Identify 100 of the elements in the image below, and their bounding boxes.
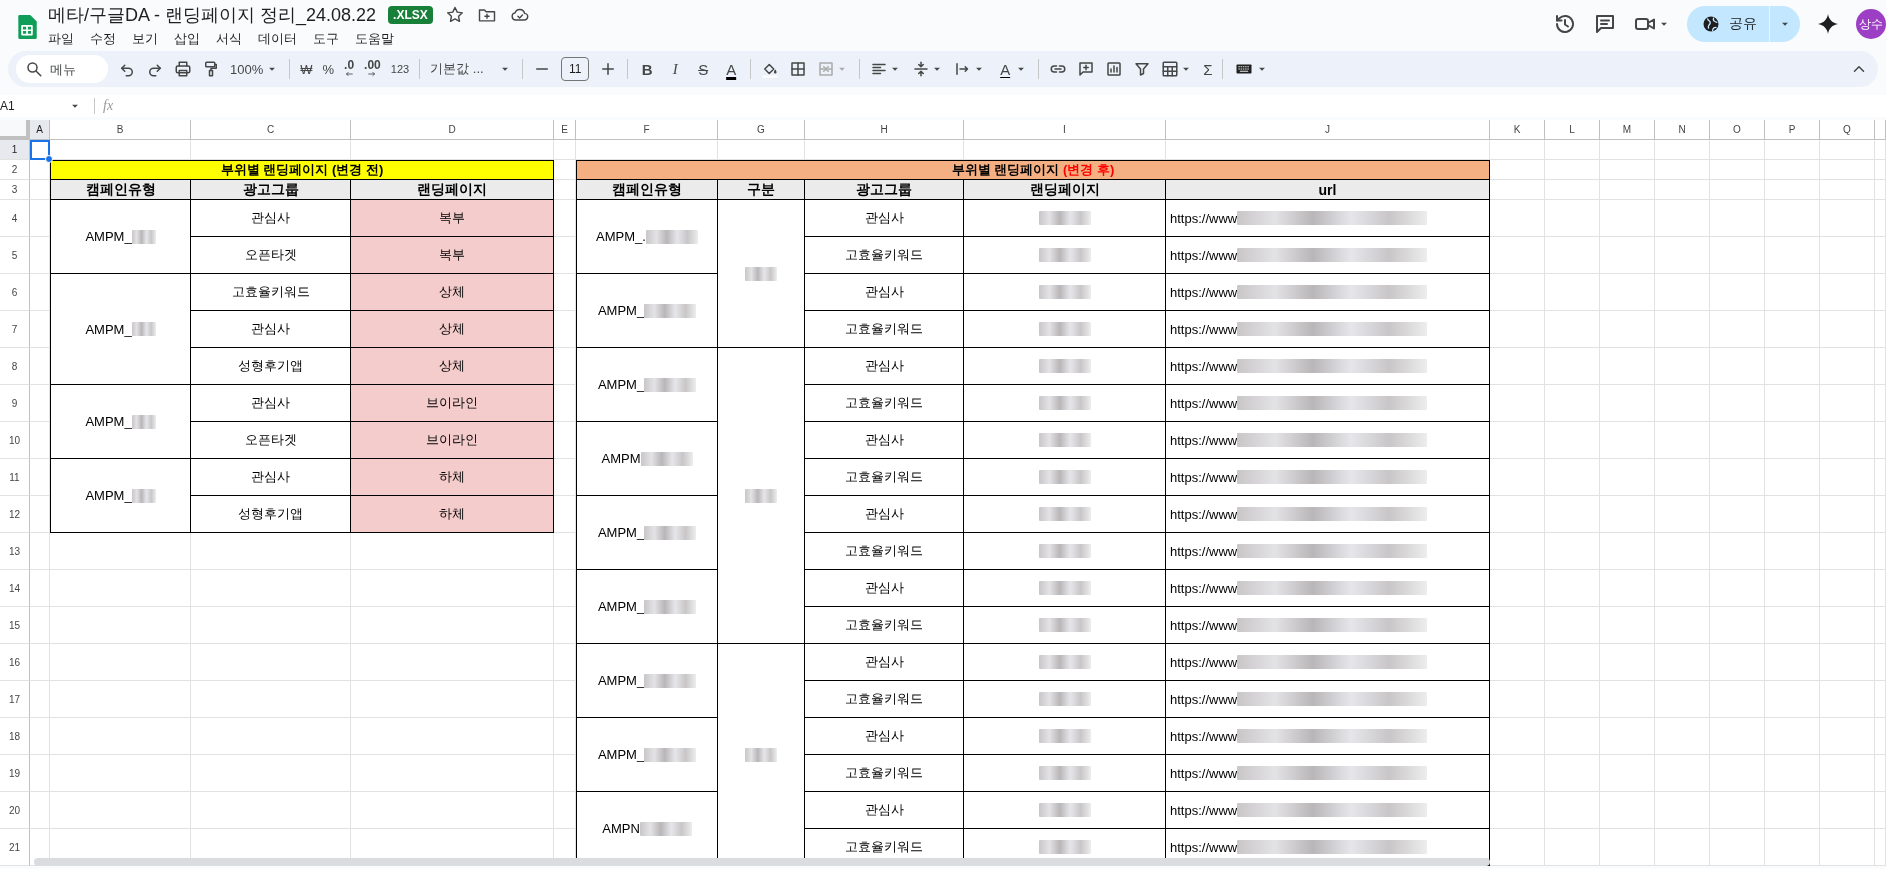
column-header[interactable]: A xyxy=(30,120,50,140)
table-cell: 고효율키워드 xyxy=(805,607,964,644)
row-header[interactable]: 11 xyxy=(0,459,30,496)
column-header[interactable]: I xyxy=(964,120,1166,140)
chart-icon[interactable] xyxy=(1105,60,1124,78)
menu-item[interactable]: 도움말 xyxy=(347,28,402,50)
account-avatar[interactable]: 상수 xyxy=(1856,9,1886,39)
text-color-button[interactable]: A xyxy=(722,60,741,78)
cell-text: AMPM_ xyxy=(85,321,132,337)
cell-text: https://www xyxy=(1170,691,1238,707)
column-header[interactable]: G xyxy=(718,120,805,140)
row-header[interactable]: 15 xyxy=(0,607,30,644)
column-header[interactable]: K xyxy=(1490,120,1545,140)
row-header[interactable]: 13 xyxy=(0,533,30,570)
filter-icon[interactable] xyxy=(1133,60,1152,78)
row-header[interactable]: 5 xyxy=(0,237,30,274)
row-header[interactable]: 12 xyxy=(0,496,30,533)
italic-button[interactable]: I xyxy=(666,60,685,78)
percent-format-button[interactable]: % xyxy=(322,61,335,77)
pixelated-redaction xyxy=(745,488,777,503)
row-header[interactable]: 19 xyxy=(0,755,30,792)
decrease-decimal-button[interactable]: .0 xyxy=(344,59,355,79)
menu-item[interactable]: 데이터 xyxy=(250,28,305,50)
pixelated-redaction xyxy=(1038,840,1091,854)
table-cell: 고효율키워드 xyxy=(805,755,964,792)
row-header[interactable]: 8 xyxy=(0,348,30,385)
column-header[interactable]: Q xyxy=(1820,120,1875,140)
column-header[interactable]: B xyxy=(50,120,191,140)
number-format-button[interactable]: 123 xyxy=(390,63,410,75)
star-icon[interactable] xyxy=(444,5,465,25)
column-header[interactable]: F xyxy=(576,120,718,140)
column-header[interactable]: E xyxy=(554,120,576,140)
functions-button[interactable]: Σ xyxy=(1203,60,1213,78)
text-rotation-button[interactable]: A xyxy=(996,60,1015,78)
row-header[interactable]: 17 xyxy=(0,681,30,718)
row-header[interactable]: 4 xyxy=(0,200,30,237)
row-header[interactable]: 3 xyxy=(0,180,30,200)
pixelated-redaction xyxy=(640,451,693,466)
paint-roller-icon[interactable] xyxy=(202,60,220,78)
cell-text: AMPM_ xyxy=(597,747,645,762)
row-header[interactable]: 21 xyxy=(0,829,30,866)
column-header[interactable]: L xyxy=(1545,120,1600,140)
table-cell: 관심사 xyxy=(805,644,964,681)
pixelated-redaction xyxy=(1038,618,1091,632)
zoom-dropdown[interactable]: 100% xyxy=(230,61,280,77)
currency-format-button[interactable]: ₩ xyxy=(300,61,313,77)
pixelated-redaction xyxy=(644,747,697,762)
row-header[interactable]: 20 xyxy=(0,792,30,829)
column-header[interactable]: M xyxy=(1600,120,1655,140)
font-dropdown[interactable]: 기본값 ... xyxy=(430,60,513,78)
column-header[interactable]: O xyxy=(1710,120,1765,140)
menu-item[interactable]: 삽입 xyxy=(166,28,208,50)
search-field[interactable]: 메뉴 xyxy=(16,55,108,83)
row-header[interactable]: 6 xyxy=(0,274,30,311)
strikethrough-button[interactable]: S xyxy=(694,60,713,78)
menu-item[interactable]: 파일 xyxy=(48,28,82,50)
increase-decimal-button[interactable]: .00 xyxy=(364,59,381,79)
menu-item[interactable]: 보기 xyxy=(124,28,166,50)
menu-item[interactable]: 서식 xyxy=(208,28,250,50)
column-header[interactable]: D xyxy=(351,120,554,140)
cell-text: https://www xyxy=(1170,580,1238,596)
bold-button[interactable]: B xyxy=(638,60,657,78)
merge-cells-icon[interactable] xyxy=(817,60,836,78)
cell-text: AMPM_ xyxy=(85,229,132,244)
pixelated-redaction xyxy=(644,303,697,318)
table-cell: 고효율키워드 xyxy=(805,681,964,718)
document-title[interactable]: 메타/구글DA - 랜딩페이지 정리_24.08.22 xyxy=(48,3,377,27)
column-header[interactable]: N xyxy=(1655,120,1710,140)
row-header[interactable]: 1 xyxy=(0,140,30,160)
cell-text: AMPM_ xyxy=(597,525,645,540)
borders-icon[interactable] xyxy=(789,60,808,78)
column-header[interactable]: C xyxy=(191,120,351,140)
row-header[interactable]: 2 xyxy=(0,160,30,180)
column-header[interactable]: P xyxy=(1765,120,1820,140)
column-header[interactable]: H xyxy=(805,120,964,140)
font-size-field[interactable]: 11 xyxy=(561,57,590,81)
row-header[interactable]: 10 xyxy=(0,422,30,459)
row-header[interactable]: 9 xyxy=(0,385,30,422)
column-header[interactable]: J xyxy=(1166,120,1490,140)
column-heading: 캠페인유형 xyxy=(576,180,718,200)
row-header[interactable]: 7 xyxy=(0,311,30,348)
cell-text: AMPM_ xyxy=(597,377,645,392)
table-cell: 고효율키워드 xyxy=(805,459,964,496)
table-cell: 관심사 xyxy=(805,792,964,829)
row-header[interactable]: 16 xyxy=(0,644,30,681)
name-box[interactable]: A1 xyxy=(0,99,86,113)
fill-handle[interactable] xyxy=(45,155,53,163)
add-comment-icon[interactable] xyxy=(1077,60,1096,78)
row-header[interactable]: 18 xyxy=(0,718,30,755)
cell-text: AMPM_ xyxy=(597,673,645,688)
horizontal-scrollbar[interactable] xyxy=(34,858,1490,866)
history-icon[interactable] xyxy=(1553,12,1577,36)
comment-icon[interactable] xyxy=(1593,12,1617,36)
row-header[interactable]: 14 xyxy=(0,570,30,607)
vertical-align-icon[interactable] xyxy=(912,60,931,78)
menu-item[interactable]: 수정 xyxy=(82,28,124,50)
selected-cell-outline[interactable] xyxy=(30,140,50,160)
print-icon[interactable] xyxy=(174,60,192,78)
table-icon[interactable] xyxy=(1161,60,1180,78)
menu-item[interactable]: 도구 xyxy=(305,28,347,50)
